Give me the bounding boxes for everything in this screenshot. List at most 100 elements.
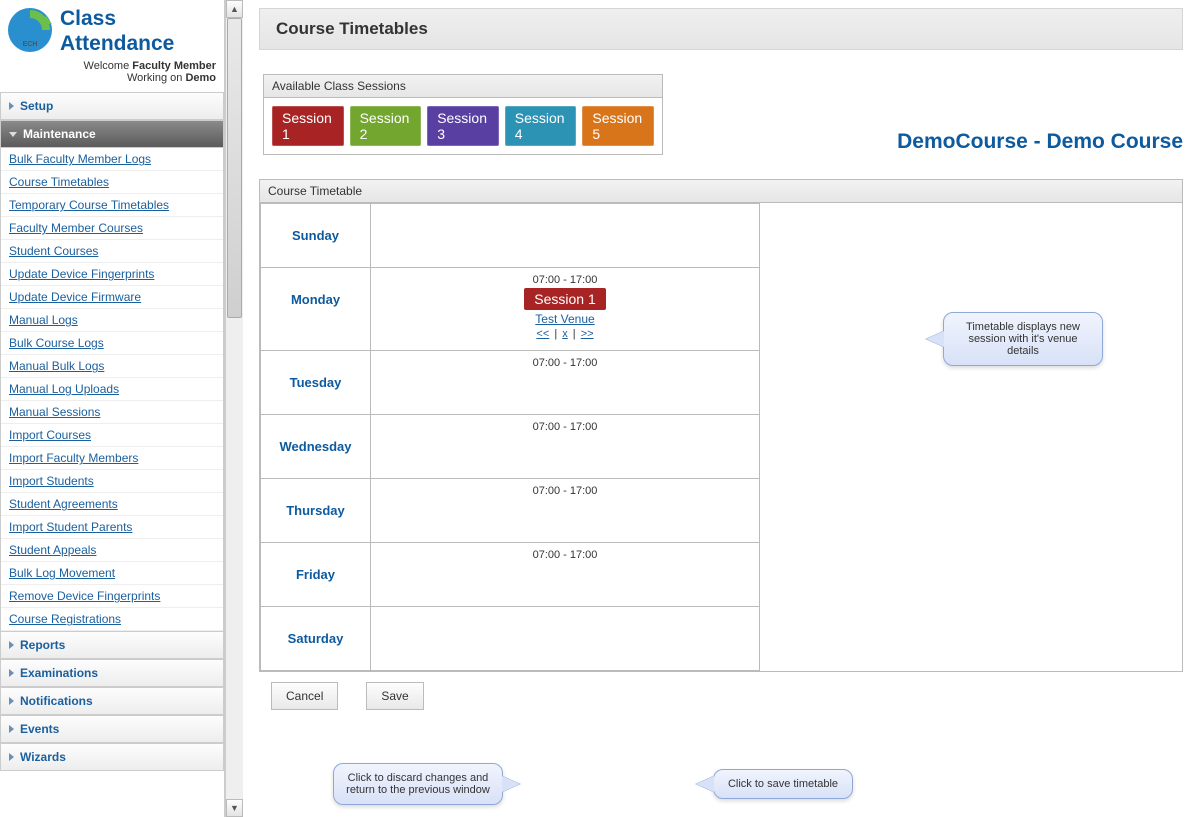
course-heading: DemoCourse - Demo Course (897, 130, 1183, 154)
nav-group-maintenance[interactable]: Maintenance (0, 120, 224, 148)
sidebar-link[interactable]: Manual Bulk Logs (9, 359, 104, 373)
nav-group-events[interactable]: Events (0, 715, 224, 743)
day-label: Monday (261, 268, 371, 351)
day-label: Wednesday (261, 415, 371, 479)
sidebar-item[interactable]: Manual Log Uploads (1, 378, 223, 401)
callout-cancel: Click to discard changes and return to t… (333, 763, 503, 805)
slot-time: 07:00 - 17:00 (371, 421, 759, 433)
sidebar-item[interactable]: Student Appeals (1, 539, 223, 562)
slot-time: 07:00 - 17:00 (371, 357, 759, 369)
timetable-row: Monday07:00 - 17:00 Session 1 Test Venue <<… (261, 268, 760, 351)
session-chip-2[interactable]: Session 2 (350, 106, 422, 146)
slot-venue-link[interactable]: Test Venue (535, 312, 594, 326)
sidebar-link[interactable]: Import Students (9, 474, 94, 488)
app-title: Class Attendance (60, 6, 174, 56)
timetable-slot[interactable]: 07:00 - 17:00 (371, 415, 760, 479)
sidebar-item[interactable]: Update Device Firmware (1, 286, 223, 309)
chevron-right-icon (9, 669, 14, 677)
nav-group-notifications[interactable]: Notifications (0, 687, 224, 715)
sidebar-item[interactable]: Update Device Fingerprints (1, 263, 223, 286)
sidebar-item[interactable]: Import Faculty Members (1, 447, 223, 470)
sidebar-link[interactable]: Student Courses (9, 244, 98, 258)
sidebar-link[interactable]: Update Device Fingerprints (9, 267, 154, 281)
slot-session-chip[interactable]: Session 1 (524, 288, 605, 310)
sidebar-item[interactable]: Course Timetables (1, 171, 223, 194)
session-chip-1[interactable]: Session 1 (272, 106, 344, 146)
scroll-up-icon[interactable]: ▲ (226, 0, 243, 18)
timetable-slot[interactable]: 07:00 - 17:00 Session 1 Test Venue << | x |… (371, 268, 760, 351)
timetable-slot[interactable]: 07:00 - 17:00 (371, 479, 760, 543)
sidebar-link[interactable]: Import Faculty Members (9, 451, 138, 465)
sidebar-item[interactable]: Student Courses (1, 240, 223, 263)
sidebar-link[interactable]: Bulk Faculty Member Logs (9, 152, 151, 166)
sidebar-link[interactable]: Import Student Parents (9, 520, 132, 534)
timetable-slot[interactable] (371, 204, 760, 268)
sidebar-link[interactable]: Manual Sessions (9, 405, 100, 419)
timetable-slot[interactable]: 07:00 - 17:00 (371, 543, 760, 607)
slot-time: 07:00 - 17:00 (371, 549, 759, 561)
session-chip-5[interactable]: Session 5 (582, 106, 654, 146)
scroll-thumb[interactable] (227, 18, 242, 318)
timetable-slot[interactable]: 07:00 - 17:00 (371, 351, 760, 415)
sidebar-link[interactable]: Course Timetables (9, 175, 109, 189)
sidebar-item[interactable]: Manual Bulk Logs (1, 355, 223, 378)
timetable-row: Friday07:00 - 17:00 (261, 543, 760, 607)
scroll-down-icon[interactable]: ▼ (226, 799, 243, 817)
timetable-slot[interactable] (371, 607, 760, 671)
day-label: Saturday (261, 607, 371, 671)
sidebar-item[interactable]: Course Registrations (1, 608, 223, 631)
session-chip-4[interactable]: Session 4 (505, 106, 577, 146)
sidebar-item[interactable]: Remove Device Fingerprints (1, 585, 223, 608)
chevron-right-icon (9, 697, 14, 705)
timetable-row: Saturday (261, 607, 760, 671)
sidebar-link[interactable]: Student Appeals (9, 543, 96, 557)
available-sessions-panel: Available Class Sessions Session 1 Sessi… (263, 74, 663, 155)
slot-prev-link[interactable]: << (536, 328, 549, 340)
sidebar-item[interactable]: Import Students (1, 470, 223, 493)
sidebar-link[interactable]: Bulk Log Movement (9, 566, 115, 580)
nav-group-reports[interactable]: Reports (0, 631, 224, 659)
save-button[interactable]: Save (366, 682, 423, 710)
cancel-button[interactable]: Cancel (271, 682, 338, 710)
sidebar-item[interactable]: Import Student Parents (1, 516, 223, 539)
sidebar-item[interactable]: Manual Logs (1, 309, 223, 332)
nav-group-wizards[interactable]: Wizards (0, 743, 224, 771)
sidebar-item[interactable]: Manual Sessions (1, 401, 223, 424)
timetable-panel: Course Timetable SundayMonday07:00 - 17:… (259, 179, 1183, 672)
page-title: Course Timetables (259, 8, 1183, 50)
nav-group-examinations[interactable]: Examinations (0, 659, 224, 687)
sidebar-link[interactable]: Manual Logs (9, 313, 78, 327)
day-label: Sunday (261, 204, 371, 268)
sidebar-link[interactable]: Temporary Course Timetables (9, 198, 169, 212)
sidebar-link[interactable]: Update Device Firmware (9, 290, 141, 304)
sessions-panel-header: Available Class Sessions (264, 75, 662, 98)
timetable-row: Thursday07:00 - 17:00 (261, 479, 760, 543)
sidebar-link[interactable]: Faculty Member Courses (9, 221, 143, 235)
session-chip-3[interactable]: Session 3 (427, 106, 499, 146)
sidebar-link[interactable]: Manual Log Uploads (9, 382, 119, 396)
slot-controls: << | x | >> (371, 328, 759, 340)
sidebar-item[interactable]: Bulk Log Movement (1, 562, 223, 585)
timetable-row: Sunday (261, 204, 760, 268)
sidebar-item[interactable]: Faculty Member Courses (1, 217, 223, 240)
sidebar-link[interactable]: Import Courses (9, 428, 91, 442)
sidebar-item[interactable]: Temporary Course Timetables (1, 194, 223, 217)
day-label: Friday (261, 543, 371, 607)
day-label: Thursday (261, 479, 371, 543)
timetable-panel-header: Course Timetable (260, 180, 1182, 203)
sidebar-item[interactable]: Bulk Course Logs (1, 332, 223, 355)
sidebar-link[interactable]: Bulk Course Logs (9, 336, 104, 350)
sidebar-item[interactable]: Student Agreements (1, 493, 223, 516)
sidebar-item[interactable]: Bulk Faculty Member Logs (1, 148, 223, 171)
sidebar-scrollbar[interactable]: ▲ ▼ (225, 0, 243, 817)
sidebar-item[interactable]: Import Courses (1, 424, 223, 447)
slot-next-link[interactable]: >> (581, 328, 594, 340)
sidebar-link[interactable]: Course Registrations (9, 612, 121, 626)
nav-group-setup[interactable]: Setup (0, 92, 224, 120)
timetable-row: Wednesday07:00 - 17:00 (261, 415, 760, 479)
sidebar-link[interactable]: Remove Device Fingerprints (9, 589, 160, 603)
slot-del-link[interactable]: x (562, 328, 568, 340)
sidebar: ECH Class Attendance Welcome Faculty Mem… (0, 0, 225, 817)
slot-time: 07:00 - 17:00 (371, 274, 759, 286)
sidebar-link[interactable]: Student Agreements (9, 497, 118, 511)
